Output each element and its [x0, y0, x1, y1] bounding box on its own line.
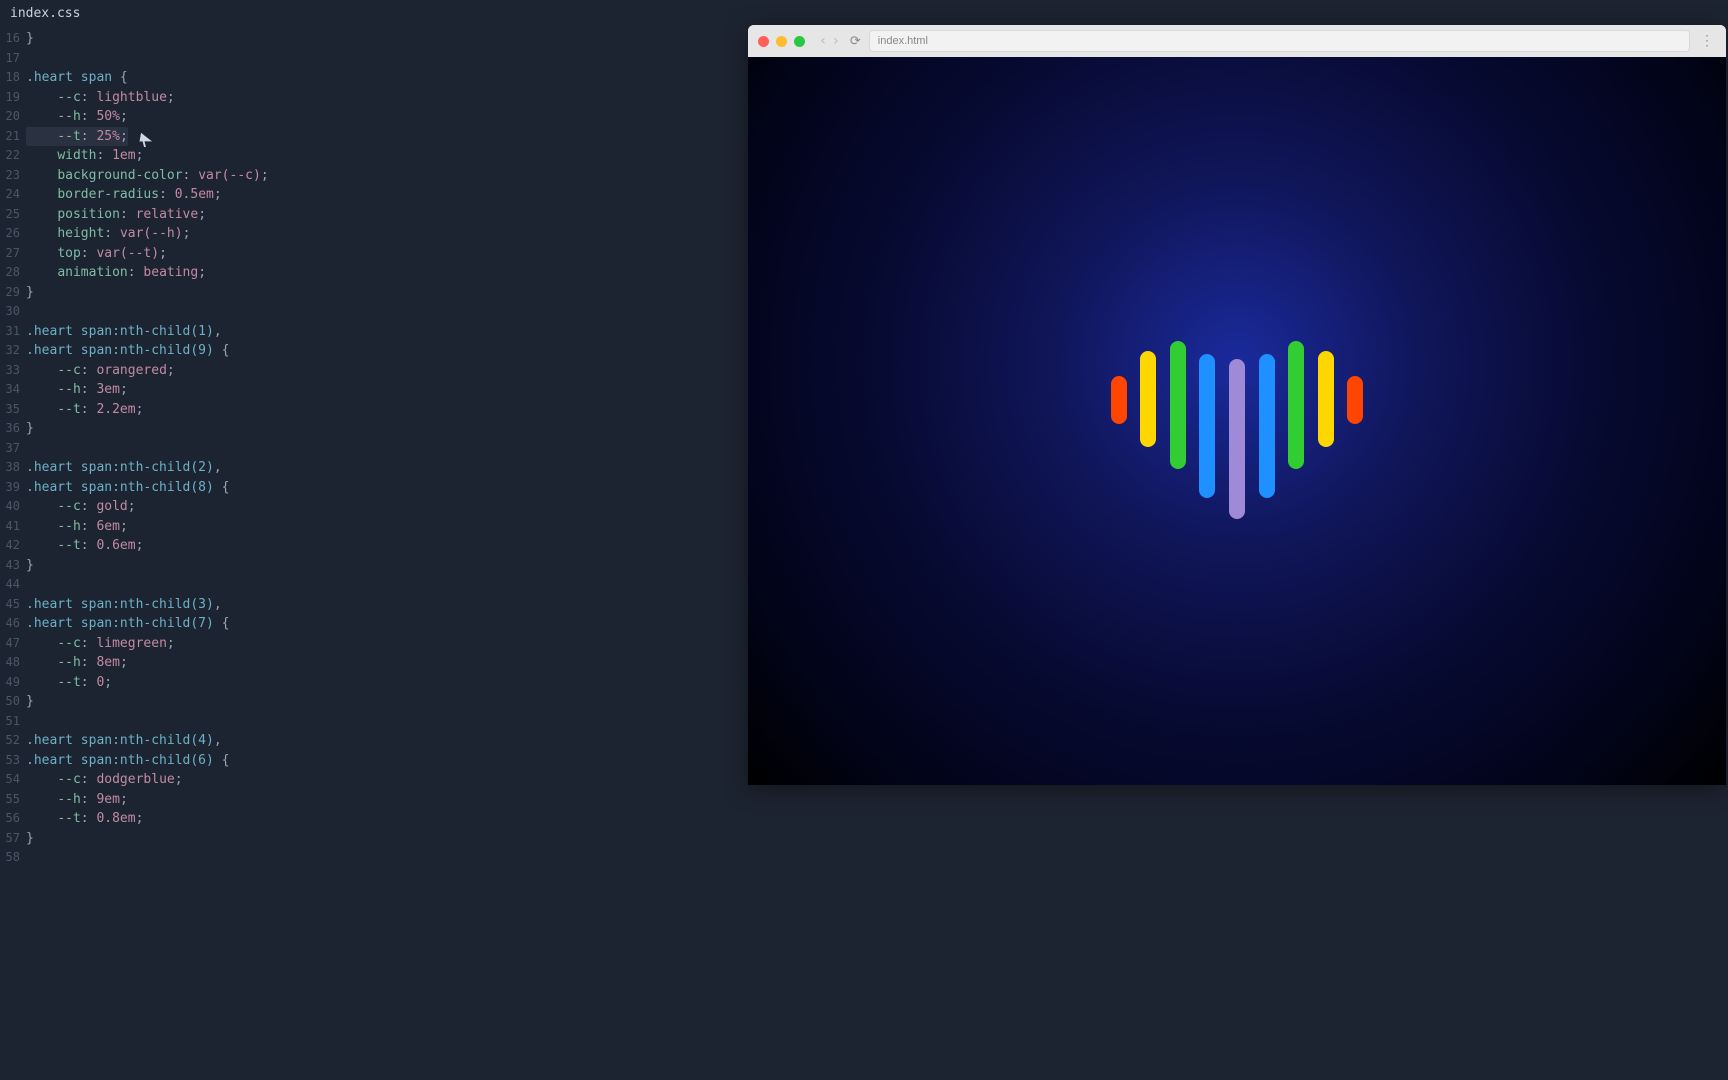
reload-button[interactable]: ⟳ — [850, 34, 861, 49]
heart-bar — [1259, 354, 1275, 498]
line-gutter: 1617181920212223242526272829303132333435… — [0, 27, 26, 1080]
address-bar[interactable]: index.html — [869, 30, 1690, 52]
heart-bar — [1199, 354, 1215, 498]
maximize-icon[interactable] — [794, 36, 805, 47]
heart-bar — [1111, 376, 1127, 424]
code-area[interactable]: 1617181920212223242526272829303132333435… — [0, 27, 746, 1080]
heart-bar — [1318, 351, 1334, 447]
editor-pane: index.css 161718192021222324252627282930… — [0, 0, 746, 1080]
code-content[interactable]: } .heart span { --c: lightblue; --h: 50%… — [26, 27, 746, 1080]
address-text: index.html — [878, 35, 928, 47]
heart-bar — [1170, 341, 1186, 469]
tab-bar: index.css — [0, 0, 746, 27]
rendered-page — [748, 57, 1726, 785]
heart-graphic — [1111, 325, 1364, 517]
menu-dots-icon[interactable]: ⋮ — [1698, 33, 1716, 49]
heart-bar — [1347, 376, 1363, 424]
preview-pane: ‹ › ⟳ index.html ⋮ — [746, 0, 1728, 1080]
heart-bar — [1229, 359, 1245, 519]
close-icon[interactable] — [758, 36, 769, 47]
minimize-icon[interactable] — [776, 36, 787, 47]
nav-arrows: ‹ › — [819, 33, 840, 49]
heart-bar — [1288, 341, 1304, 469]
traffic-lights — [758, 36, 805, 47]
browser-chrome: ‹ › ⟳ index.html ⋮ — [748, 25, 1726, 57]
forward-button[interactable]: › — [831, 33, 839, 49]
browser-window: ‹ › ⟳ index.html ⋮ — [748, 25, 1726, 785]
back-button[interactable]: ‹ — [819, 33, 827, 49]
heart-bar — [1140, 351, 1156, 447]
file-tab[interactable]: index.css — [2, 2, 88, 25]
